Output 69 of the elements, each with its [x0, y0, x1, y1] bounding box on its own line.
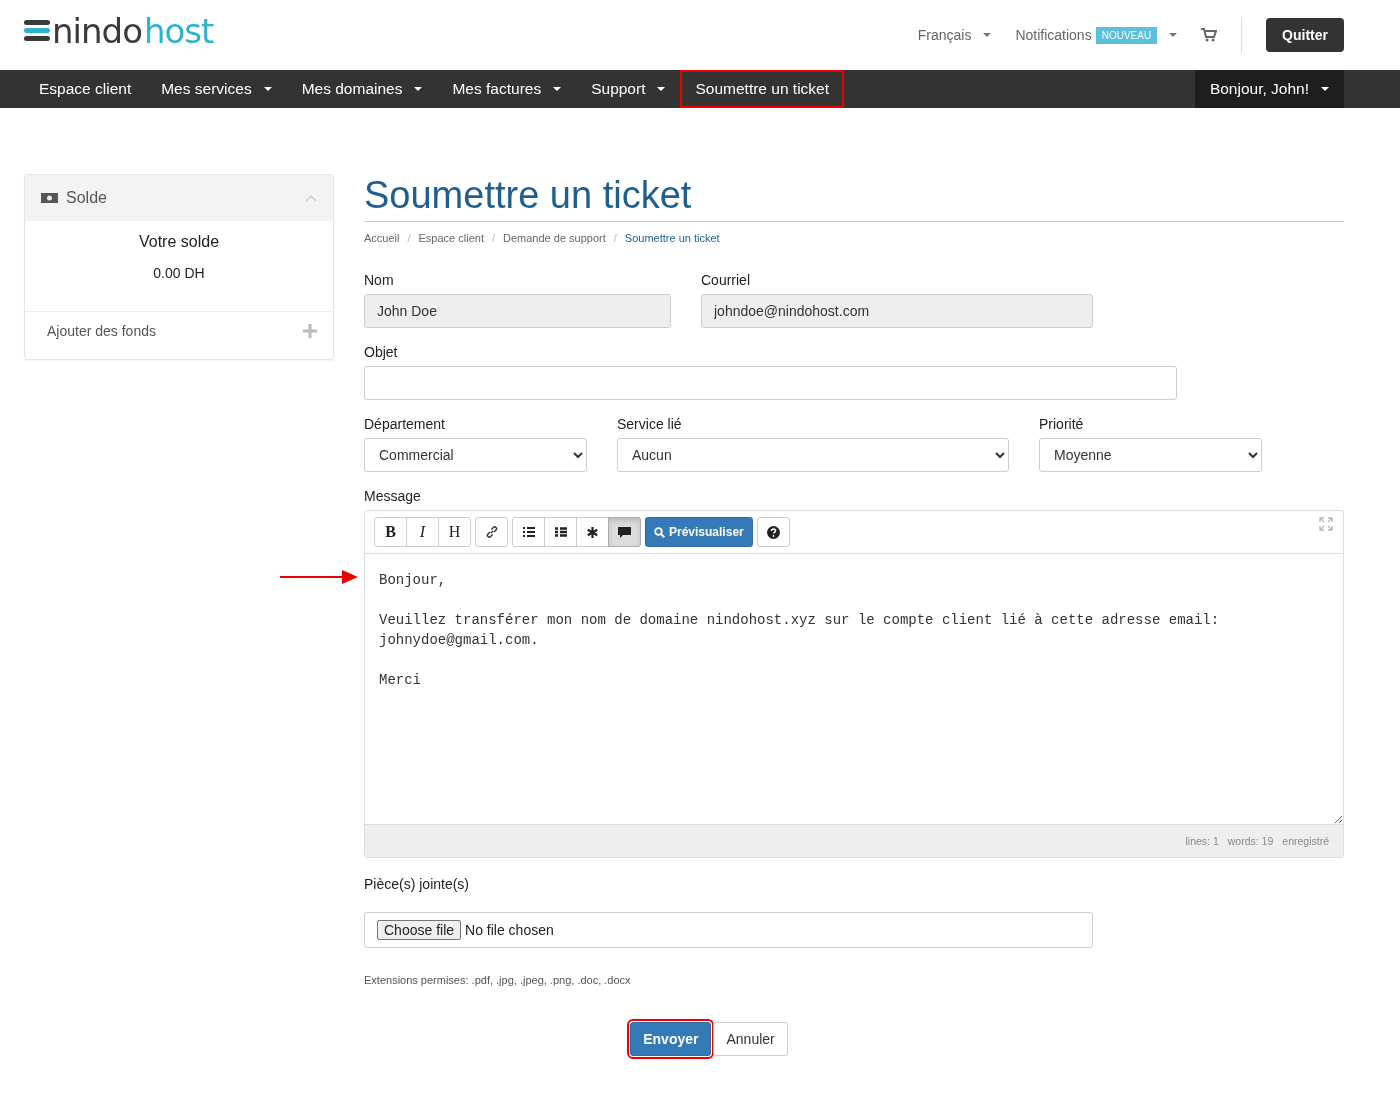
- bullet-list-button[interactable]: [512, 517, 545, 547]
- search-icon: [654, 526, 665, 538]
- nav-item[interactable]: Soumettre un ticket: [680, 70, 844, 108]
- add-funds-link[interactable]: Ajouter des fonds: [47, 323, 156, 339]
- email-field[interactable]: johndoe@nindohost.com: [701, 294, 1093, 328]
- logout-button[interactable]: Quitter: [1266, 18, 1344, 52]
- field-label: Nom: [364, 272, 395, 288]
- subject-field[interactable]: [364, 366, 1177, 400]
- nav-item[interactable]: Mes factures: [437, 70, 577, 108]
- server-stack-icon: [24, 19, 50, 43]
- help-button[interactable]: [756, 517, 790, 547]
- list-icon: [522, 527, 535, 537]
- field-label: Département: [364, 416, 446, 432]
- breadcrumb-item[interactable]: Demande de support: [503, 232, 606, 244]
- breadcrumb-separator: /: [407, 232, 411, 244]
- editor-status-text: lines: 1: [1185, 835, 1219, 847]
- logo-text: host: [143, 11, 214, 51]
- link-button[interactable]: [475, 517, 508, 547]
- page-title: Soumettre un ticket: [364, 174, 1344, 222]
- service-select[interactable]: Aucun: [617, 438, 1009, 472]
- link-icon: [485, 526, 498, 538]
- help-text: Extensions permises: .pdf, .jpg, .jpeg, .png, .doc, .docx: [364, 974, 632, 986]
- department-select[interactable]: Commercial: [364, 438, 587, 472]
- cancel-button[interactable]: Annuler: [713, 1022, 788, 1056]
- numbered-list-button[interactable]: [544, 517, 577, 547]
- editor-status-text: enregistré: [1282, 835, 1329, 847]
- asterisk-button[interactable]: [576, 517, 609, 547]
- logo-text: nindo: [52, 11, 142, 51]
- preview-button[interactable]: Prévisualiser: [645, 517, 753, 547]
- field-label: Message: [364, 488, 422, 504]
- card-title: Solde: [66, 189, 107, 207]
- breadcrumb-separator: /: [491, 232, 496, 244]
- new-badge: NOUVEAU: [1095, 26, 1158, 44]
- field-label: Service lié: [617, 416, 683, 432]
- nav-item[interactable]: Support: [576, 70, 681, 108]
- file-input[interactable]: Choose file No file chosen: [364, 912, 1093, 948]
- breadcrumb-item[interactable]: Espace client: [418, 232, 484, 244]
- file-status-text: No file chosen: [465, 922, 554, 938]
- speech-bubble-icon: [618, 526, 631, 538]
- money-icon: [41, 193, 58, 203]
- bold-button[interactable]: B: [374, 517, 407, 547]
- language-dropdown[interactable]: Français: [917, 27, 992, 43]
- breadcrumb-separator: /: [613, 232, 617, 244]
- cart-icon[interactable]: [1201, 28, 1218, 42]
- heading-button[interactable]: H: [438, 517, 471, 547]
- help-icon: [766, 525, 780, 539]
- field-label: Courriel: [701, 272, 751, 288]
- name-field[interactable]: John Doe: [364, 294, 671, 328]
- user-menu[interactable]: Bonjour, John!: [1194, 70, 1344, 108]
- field-label: Objet: [364, 344, 399, 360]
- submit-button[interactable]: Envoyer: [630, 1022, 712, 1056]
- list-icon: [554, 527, 567, 537]
- choose-file-button[interactable]: Choose file: [377, 920, 462, 940]
- nav-item[interactable]: Mes services: [146, 70, 287, 108]
- breadcrumb-item[interactable]: Accueil: [364, 232, 400, 244]
- field-label: Pièce(s) jointe(s): [364, 876, 471, 892]
- editor-status-text: words: 19: [1227, 835, 1274, 847]
- balance-heading: Votre solde: [137, 233, 221, 251]
- priority-select[interactable]: Moyenne: [1039, 438, 1262, 472]
- breadcrumb-item[interactable]: Soumettre un ticket: [624, 232, 720, 244]
- field-label: Priorité: [1039, 416, 1085, 432]
- message-editor[interactable]: B I H Prévisualiser Bonjour, Veuillez transférer mon nom de domaine nindohost.xyz sur le compte client lié à cette adresse email: johnydoe@gmail.com. Merci lines: 1 words: 19 enregistré: [364, 510, 1344, 858]
- italic-button[interactable]: I: [406, 517, 439, 547]
- comment-button[interactable]: [608, 517, 641, 547]
- asterisk-icon: [587, 526, 598, 538]
- balance-amount: 0.00 DH: [152, 265, 206, 281]
- nav-item[interactable]: Mes domaines: [286, 70, 438, 108]
- notifications-dropdown[interactable]: Notifications NOUVEAU: [1015, 26, 1178, 44]
- nav-item[interactable]: Espace client: [24, 70, 147, 108]
